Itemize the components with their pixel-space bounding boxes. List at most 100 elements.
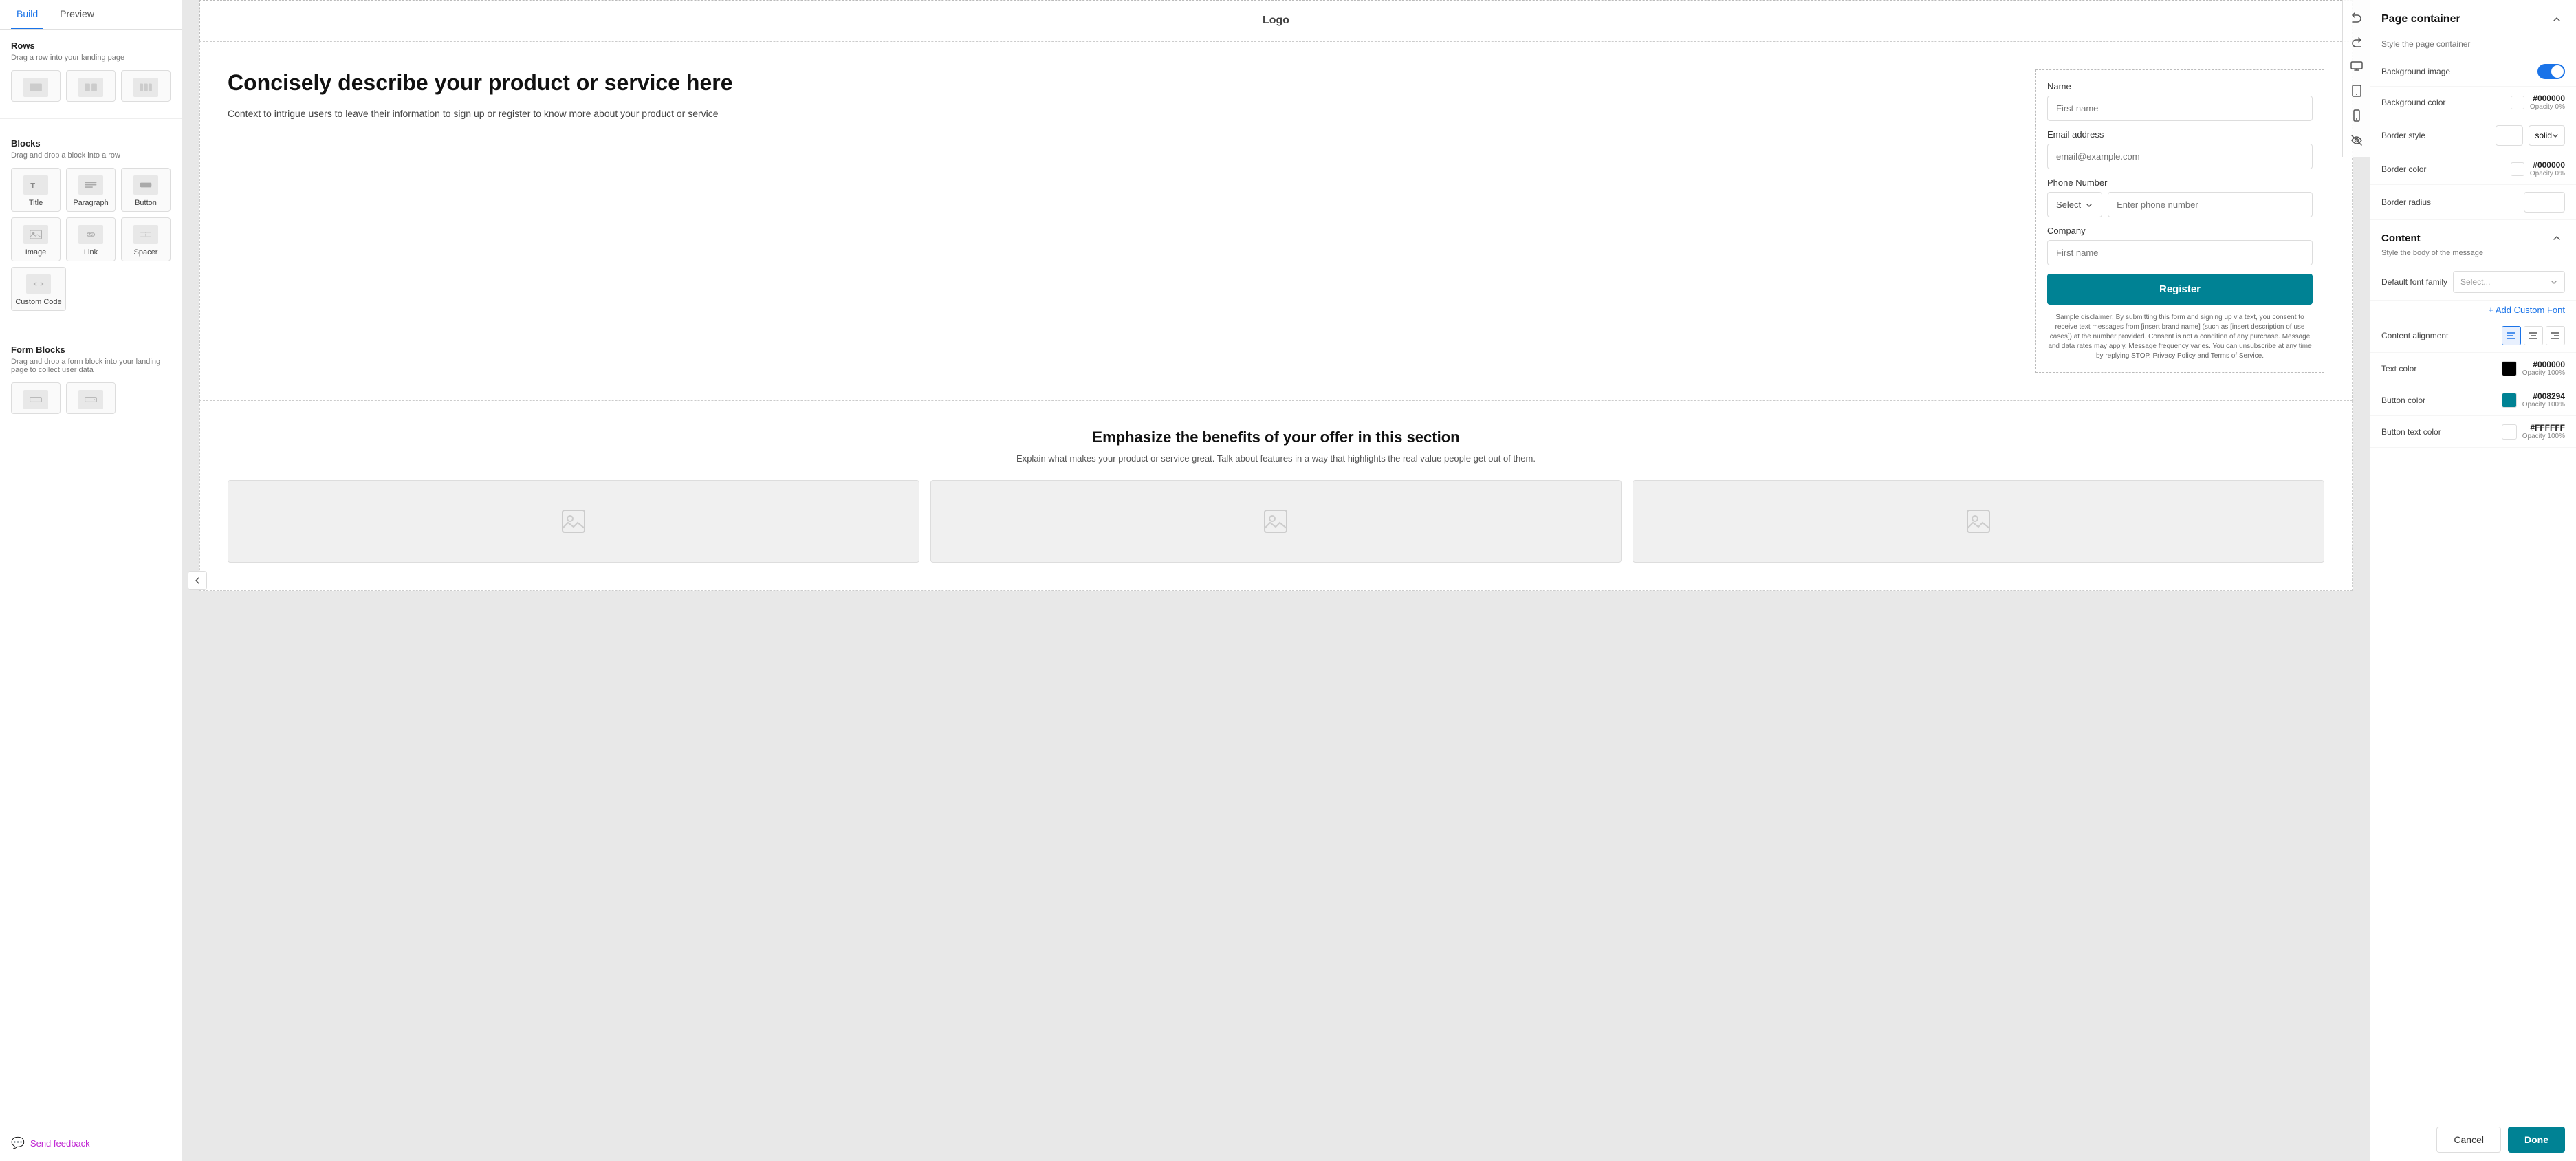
blocks-subtitle: Drag and drop a block into a row — [11, 151, 171, 160]
form-blocks-title: Form Blocks — [11, 345, 171, 355]
align-left-btn[interactable] — [2502, 326, 2521, 345]
benefits-image-grid — [228, 480, 2324, 563]
left-sidebar: Build Preview Rows Drag a row into your … — [0, 0, 182, 1161]
button-color-opacity: Opacity 100% — [2522, 401, 2565, 409]
row-single[interactable] — [11, 70, 61, 102]
row-layouts — [11, 70, 171, 102]
block-image[interactable]: Image — [11, 217, 61, 261]
mobile-view-btn[interactable] — [2346, 105, 2368, 127]
name-label: Name — [2047, 81, 2313, 91]
blocks-section: Blocks Drag and drop a block into a row … — [0, 127, 182, 322]
right-sidebar-subtitle: Style the page container — [2370, 39, 2576, 57]
right-sidebar: Page container Style the page container … — [2370, 0, 2576, 1161]
block-link[interactable]: Link — [66, 217, 116, 261]
undo-btn[interactable] — [2346, 6, 2368, 28]
tablet-view-btn[interactable] — [2346, 80, 2368, 102]
button-color-label: Button color — [2381, 395, 2425, 405]
benefits-image-3[interactable] — [1633, 480, 2324, 563]
background-image-row: Background image — [2370, 57, 2576, 87]
benefits-subtitle: Explain what makes your product or servi… — [228, 453, 2324, 464]
button-text-color-swatch[interactable] — [2502, 424, 2517, 440]
block-title-label: Title — [29, 199, 43, 207]
block-title[interactable]: T Title — [11, 168, 61, 212]
align-right-btn[interactable] — [2546, 326, 2565, 345]
block-spacer[interactable]: Spacer — [121, 217, 171, 261]
spacer-icon — [133, 225, 158, 244]
background-color-info: #000000 Opacity 0% — [2530, 94, 2565, 111]
font-family-label: Default font family — [2381, 277, 2447, 287]
background-color-swatch[interactable] — [2511, 96, 2524, 109]
form-block-2[interactable] — [66, 382, 116, 414]
email-label: Email address — [2047, 129, 2313, 140]
border-style-value: solid — [2535, 131, 2552, 140]
hero-section[interactable]: Concisely describe your product or servi… — [199, 41, 2353, 401]
background-image-toggle[interactable] — [2537, 64, 2565, 79]
email-input[interactable] — [2047, 144, 2313, 169]
register-button[interactable]: Register — [2047, 274, 2313, 305]
text-color-swatch[interactable] — [2502, 361, 2517, 376]
page-frame: Logo Concisely describe your product or … — [199, 0, 2353, 1161]
button-color-hex: #008294 — [2522, 391, 2565, 401]
border-width-input[interactable] — [2496, 125, 2523, 146]
phone-row: Select — [2047, 192, 2313, 217]
border-style-select[interactable]: solid — [2529, 125, 2565, 146]
button-text-color-label: Button text color — [2381, 427, 2441, 437]
font-family-select[interactable]: Select... — [2453, 271, 2565, 293]
canvas-nav-back[interactable] — [188, 571, 207, 590]
send-feedback-btn[interactable]: 💬 Send feedback — [0, 1125, 182, 1161]
company-label: Company — [2047, 226, 2313, 236]
text-color-row: Text color #000000 Opacity 100% — [2370, 353, 2576, 384]
benefits-image-2[interactable] — [930, 480, 1622, 563]
block-button-label: Button — [135, 199, 157, 207]
single-column-icon — [23, 78, 48, 97]
name-input[interactable] — [2047, 96, 2313, 121]
block-image-label: Image — [25, 248, 47, 257]
image-icon — [23, 225, 48, 244]
benefits-title: Emphasize the benefits of your offer in … — [228, 428, 2324, 446]
button-color-swatch[interactable] — [2502, 393, 2517, 408]
phone-input[interactable] — [2108, 192, 2313, 217]
collapse-btn[interactable] — [2548, 11, 2565, 28]
tab-preview[interactable]: Preview — [54, 0, 100, 29]
add-custom-font-btn[interactable]: + Add Custom Font — [2370, 301, 2576, 319]
background-color-label: Background color — [2381, 98, 2445, 107]
done-button[interactable]: Done — [2508, 1127, 2565, 1153]
row-two-col[interactable] — [66, 70, 116, 102]
alignment-controls — [2502, 326, 2565, 345]
content-section-title: Content — [2381, 232, 2421, 244]
redo-btn[interactable] — [2346, 30, 2368, 52]
block-paragraph[interactable]: Paragraph — [66, 168, 116, 212]
border-color-row: Border color #000000 Opacity 0% — [2370, 153, 2576, 185]
benefits-section[interactable]: Emphasize the benefits of your offer in … — [199, 401, 2353, 591]
content-section-subtitle: Style the body of the message — [2370, 249, 2576, 264]
tab-build[interactable]: Build — [11, 0, 43, 29]
hero-right: Name Email address Phone Number Select C… — [2035, 69, 2324, 373]
form-block-1[interactable] — [11, 382, 61, 414]
main-canvas: Logo Concisely describe your product or … — [182, 0, 2370, 1161]
cancel-button[interactable]: Cancel — [2436, 1127, 2501, 1153]
background-color-hex: #000000 — [2530, 94, 2565, 103]
border-color-swatch[interactable] — [2511, 162, 2524, 176]
form-select-icon — [78, 390, 103, 409]
background-color-control: #000000 Opacity 0% — [2511, 94, 2565, 111]
block-custom-code[interactable]: Custom Code — [11, 267, 66, 311]
row-three-col[interactable] — [121, 70, 171, 102]
logo-section[interactable]: Logo — [199, 0, 2353, 41]
font-family-placeholder: Select... — [2460, 277, 2490, 287]
text-color-opacity: Opacity 100% — [2522, 369, 2565, 377]
feedback-icon: 💬 — [11, 1136, 25, 1150]
background-color-opacity: Opacity 0% — [2530, 103, 2565, 111]
hide-btn[interactable] — [2346, 129, 2368, 151]
company-input[interactable] — [2047, 240, 2313, 265]
benefits-image-1[interactable] — [228, 480, 919, 563]
phone-select[interactable]: Select — [2047, 192, 2102, 217]
right-sidebar-header: Page container — [2370, 0, 2576, 39]
text-color-label: Text color — [2381, 364, 2416, 373]
block-button[interactable]: Button — [121, 168, 171, 212]
align-center-btn[interactable] — [2524, 326, 2543, 345]
form-blocks-grid — [11, 382, 171, 414]
border-radius-input[interactable] — [2524, 192, 2565, 213]
desktop-view-btn[interactable] — [2346, 55, 2368, 77]
form-section[interactable]: Name Email address Phone Number Select C… — [2035, 69, 2324, 373]
content-collapse-btn[interactable] — [2548, 230, 2565, 246]
